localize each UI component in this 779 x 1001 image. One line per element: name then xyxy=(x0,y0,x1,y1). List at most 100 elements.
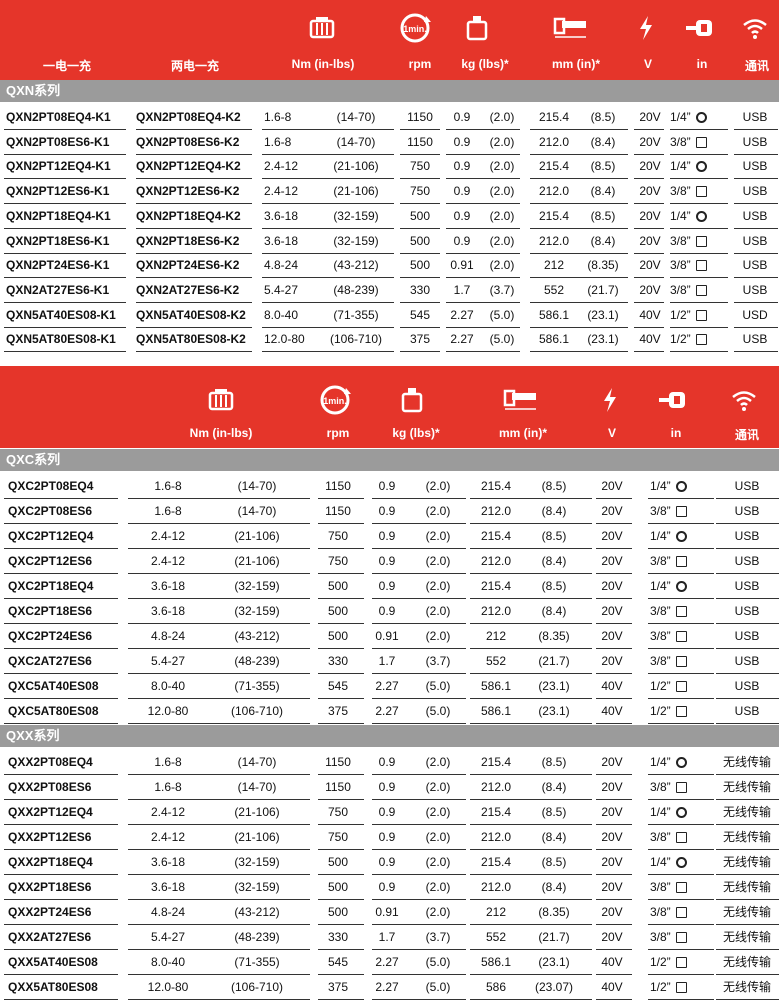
drive-size: 3/8” xyxy=(650,900,710,925)
drive-size-label: 1/2” xyxy=(670,307,691,322)
drive-size: 1/4” xyxy=(650,524,710,549)
model-name: QXC5AT40ES08 xyxy=(8,679,99,693)
drive-size-label: 1/2” xyxy=(650,704,671,718)
tool-length-icon xyxy=(552,14,592,42)
square-drive-icon xyxy=(675,907,687,918)
drive-size: 3/8” xyxy=(650,649,710,674)
drive-size: 3/8” xyxy=(650,499,710,524)
torque-inlb: (71-355) xyxy=(333,307,379,322)
row-divider xyxy=(4,351,126,353)
drive-size: 1/4” xyxy=(650,474,710,499)
square-drive-icon xyxy=(695,334,707,346)
weight-lbs: (2.0) xyxy=(489,258,515,273)
comm-value: USB xyxy=(734,529,760,543)
weight-lbs: (2.0) xyxy=(425,529,451,543)
model-name: QXC5AT80ES08 xyxy=(8,704,99,718)
voltage-value: 20V xyxy=(639,233,661,248)
torque-inlb: (48-239) xyxy=(234,930,280,944)
model-two-battery: QXN2PT12ES6-K2 xyxy=(136,184,240,199)
length-mm: 215.4 xyxy=(480,755,512,769)
square-drive-icon xyxy=(675,932,687,943)
drive-size: 3/8” xyxy=(650,775,710,800)
quick-change-icon xyxy=(675,857,687,868)
table-row: QXC2PT18ES6 3.6-18 (32-159) 500 0.9 (2.0) 212.… xyxy=(0,599,779,624)
voltage-value: 20V xyxy=(639,110,661,124)
rpm-value: 375 xyxy=(327,704,349,718)
weight-kg: 0.91 xyxy=(450,258,474,273)
quick-change-icon xyxy=(675,581,687,592)
model-one-battery: QXN2PT18EQ4-K1 xyxy=(6,208,111,223)
drive-size-label: 1/4” xyxy=(650,529,671,543)
model-name: QXC2PT12EQ4 xyxy=(8,529,94,543)
model-one-battery: QXN2PT12ES6-K1 xyxy=(6,184,110,199)
square-drive-icon xyxy=(695,235,707,247)
model-name: QXX2PT08EQ4 xyxy=(8,755,93,769)
wifi-icon xyxy=(740,14,770,42)
voltage-value: 40V xyxy=(601,704,623,718)
torque-nm: 2.4-12 xyxy=(264,184,299,199)
model-name: QXC2PT12ES6 xyxy=(8,554,93,568)
torque-inlb: (14-70) xyxy=(336,134,376,149)
torque-nm: 2.4-12 xyxy=(150,830,186,844)
drive-size: 3/8” xyxy=(670,278,728,303)
torque-nm: 2.4-12 xyxy=(150,554,186,568)
row-divider xyxy=(470,723,592,724)
square-drive-icon xyxy=(675,656,687,667)
rpm-value: 750 xyxy=(327,554,349,568)
one-minute-icon: 1min. xyxy=(395,12,435,44)
drive-size: 3/8” xyxy=(650,825,710,850)
table-row: QXX2PT08EQ4 1.6-8 (14-70) 1150 0.9 (2.0) 215.4… xyxy=(0,750,779,775)
voltage-value: 20V xyxy=(601,830,623,844)
model-name: QXC2PT18ES6 xyxy=(8,604,93,618)
voltage-value: 20V xyxy=(601,755,623,769)
tool-length-icon xyxy=(502,386,542,414)
voltage-value: 20V xyxy=(639,134,661,149)
weight-lbs: (2.0) xyxy=(425,805,451,819)
section-title-qxc: QXC系列 xyxy=(0,449,779,471)
torque-nm: 8.0-40 xyxy=(264,307,299,322)
drive-size-label: 3/8” xyxy=(670,233,691,248)
comm-value: USB xyxy=(734,554,760,568)
row-divider xyxy=(716,999,779,1000)
comm-value: USB xyxy=(742,159,768,174)
drive-size: 1/2” xyxy=(650,950,710,975)
torque-nm: 5.4-27 xyxy=(264,282,299,297)
drive-size-label: 1/2” xyxy=(650,679,671,693)
torque-inlb: (21-106) xyxy=(333,159,379,174)
weight-kg: 1.7 xyxy=(453,282,471,297)
weight-kg: 2.27 xyxy=(375,955,399,969)
row-divider xyxy=(596,723,632,724)
header-torque: Nm (in-lbs) xyxy=(189,426,253,440)
row-divider xyxy=(372,999,466,1000)
comm-value: USB xyxy=(734,629,760,643)
voltage-value: 20V xyxy=(601,604,623,618)
table-row: QXN5AT40ES08-K1 QXN5AT40ES08-K2 8.0-40 (71-… xyxy=(0,303,779,328)
section-title-qxn: QXN系列 xyxy=(0,80,779,102)
voltage-value: 40V xyxy=(601,679,623,693)
length-mm: 212.0 xyxy=(480,880,512,894)
length-mm: 586.1 xyxy=(480,955,512,969)
torque-nm: 1.6-8 xyxy=(154,479,182,493)
torque-inlb: (14-70) xyxy=(336,110,376,124)
weight-kg: 0.9 xyxy=(453,184,471,199)
voltage-icon xyxy=(600,386,620,414)
row-divider xyxy=(734,351,778,353)
drive-size: 1/4” xyxy=(650,850,710,875)
length-in: (8.35) xyxy=(538,629,570,643)
wifi-icon xyxy=(729,386,759,414)
weight-kg: 2.27 xyxy=(450,307,474,322)
torque-inlb: (43-212) xyxy=(333,258,379,273)
square-drive-icon xyxy=(675,556,687,567)
weight-icon xyxy=(398,386,426,414)
length-in: (8.5) xyxy=(590,110,616,124)
length-mm: 212.0 xyxy=(480,780,512,794)
weight-kg: 1.7 xyxy=(378,930,396,944)
comm-value: USB xyxy=(734,579,760,593)
table-row: QXN2PT24ES6-K1 QXN2PT24ES6-K2 4.8-24 (43-21… xyxy=(0,253,779,279)
length-in: (8.4) xyxy=(541,830,567,844)
voltage-value: 20V xyxy=(601,479,623,493)
drive-size-label: 3/8” xyxy=(650,554,671,568)
torque-inlb: (48-239) xyxy=(333,282,379,297)
square-drive-icon xyxy=(695,186,707,198)
length-in: (8.4) xyxy=(541,780,567,794)
